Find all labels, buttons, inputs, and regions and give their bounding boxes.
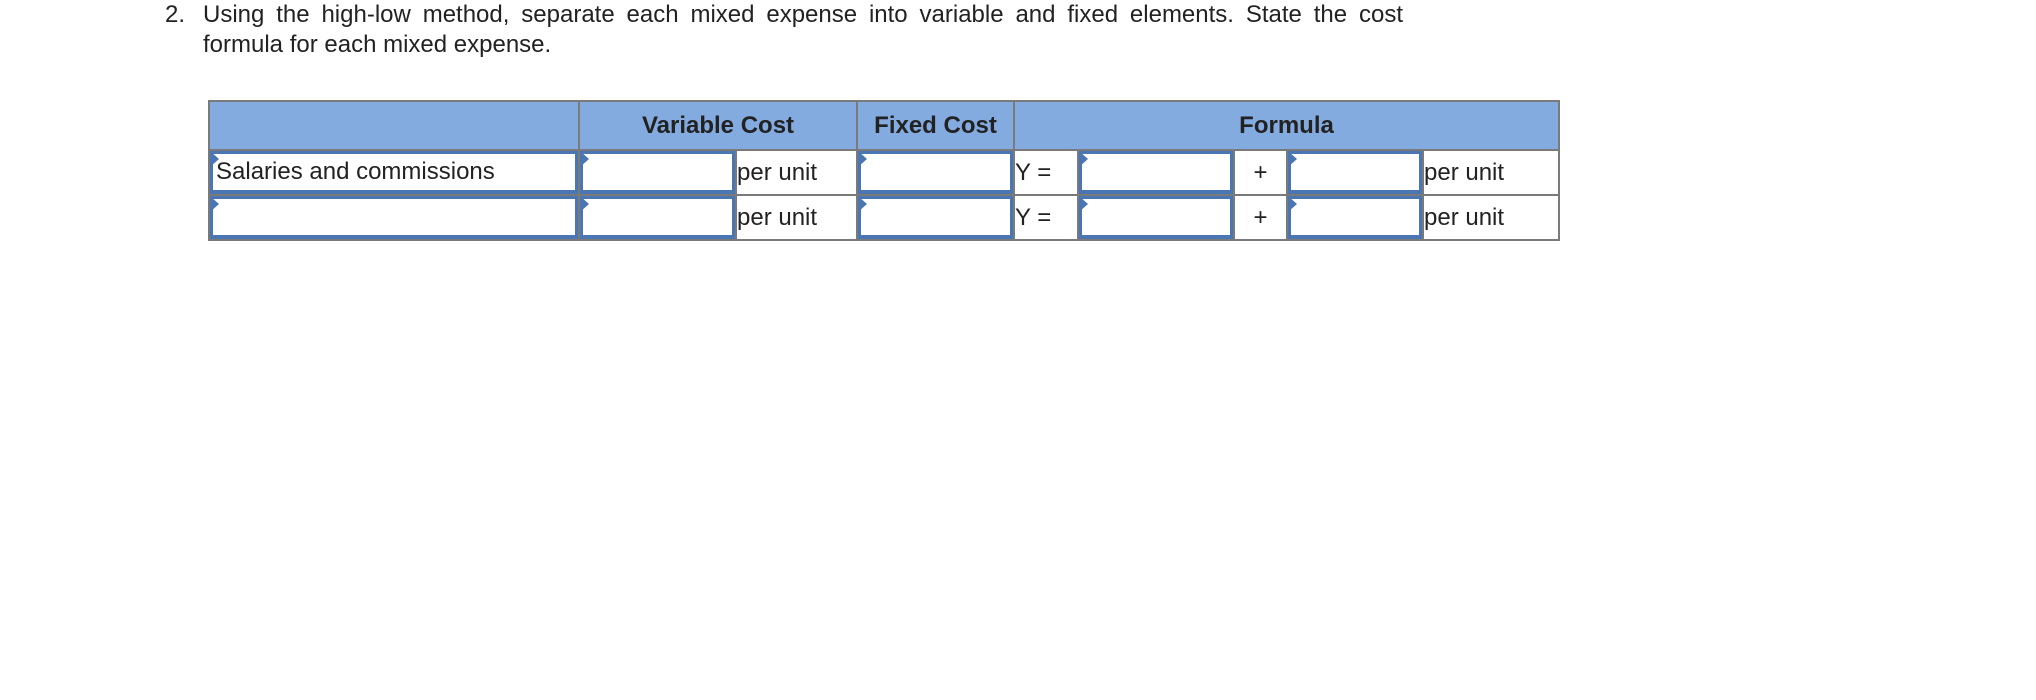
table-row: per unit Y = + per unit [208,194,1560,241]
input-marker-icon [1079,196,1088,212]
formula-variable-input[interactable] [1288,151,1422,194]
header-variable-cost: Variable Cost [578,100,858,151]
variable-cost-cell [578,149,737,196]
high-low-table: Variable Cost Fixed Cost Formula per uni… [208,100,1560,241]
question-number: 2. [165,1,186,28]
formula-unit-label: per unit [1422,194,1560,241]
input-marker-icon [858,196,867,212]
input-marker-icon [210,196,219,212]
formula-operator-label: + [1233,149,1288,196]
expense-label-cell [208,194,580,241]
variable-cost-input[interactable] [580,196,735,239]
fixed-cost-input[interactable] [858,151,1013,194]
formula-operator-label: + [1233,194,1288,241]
header-label [208,100,580,151]
input-marker-icon [1288,151,1297,167]
variable-unit-label: per unit [735,194,858,241]
expense-label-input[interactable] [210,151,578,194]
input-marker-icon [580,196,589,212]
formula-fixed-input[interactable] [1079,151,1233,194]
formula-variable-input[interactable] [1288,196,1422,239]
question-text: Using the high-low method, separate each… [203,1,1403,58]
variable-cost-cell [578,194,737,241]
formula-fixed-input[interactable] [1079,196,1233,239]
fixed-cost-input[interactable] [858,196,1013,239]
input-marker-icon [580,151,589,167]
table-header-row: Variable Cost Fixed Cost Formula [208,100,1560,151]
input-marker-icon [858,151,867,167]
header-formula: Formula [1013,100,1560,151]
variable-cost-input[interactable] [580,151,735,194]
fixed-cost-cell [856,149,1015,196]
formula-unit-label: per unit [1422,149,1560,196]
variable-unit-label: per unit [735,149,858,196]
input-marker-icon [210,151,219,167]
fixed-cost-cell [856,194,1015,241]
formula-fixed-cell [1077,194,1235,241]
formula-variable-cell [1286,194,1424,241]
formula-prefix-label: Y = [1013,194,1079,241]
input-marker-icon [1288,196,1297,212]
input-marker-icon [1079,151,1088,167]
header-fixed-cost: Fixed Cost [856,100,1015,151]
formula-fixed-cell [1077,149,1235,196]
formula-prefix-label: Y = [1013,149,1079,196]
expense-label-cell [208,149,580,196]
expense-label-input[interactable] [210,196,578,239]
formula-variable-cell [1286,149,1424,196]
table-row: per unit Y = + per unit [208,149,1560,196]
